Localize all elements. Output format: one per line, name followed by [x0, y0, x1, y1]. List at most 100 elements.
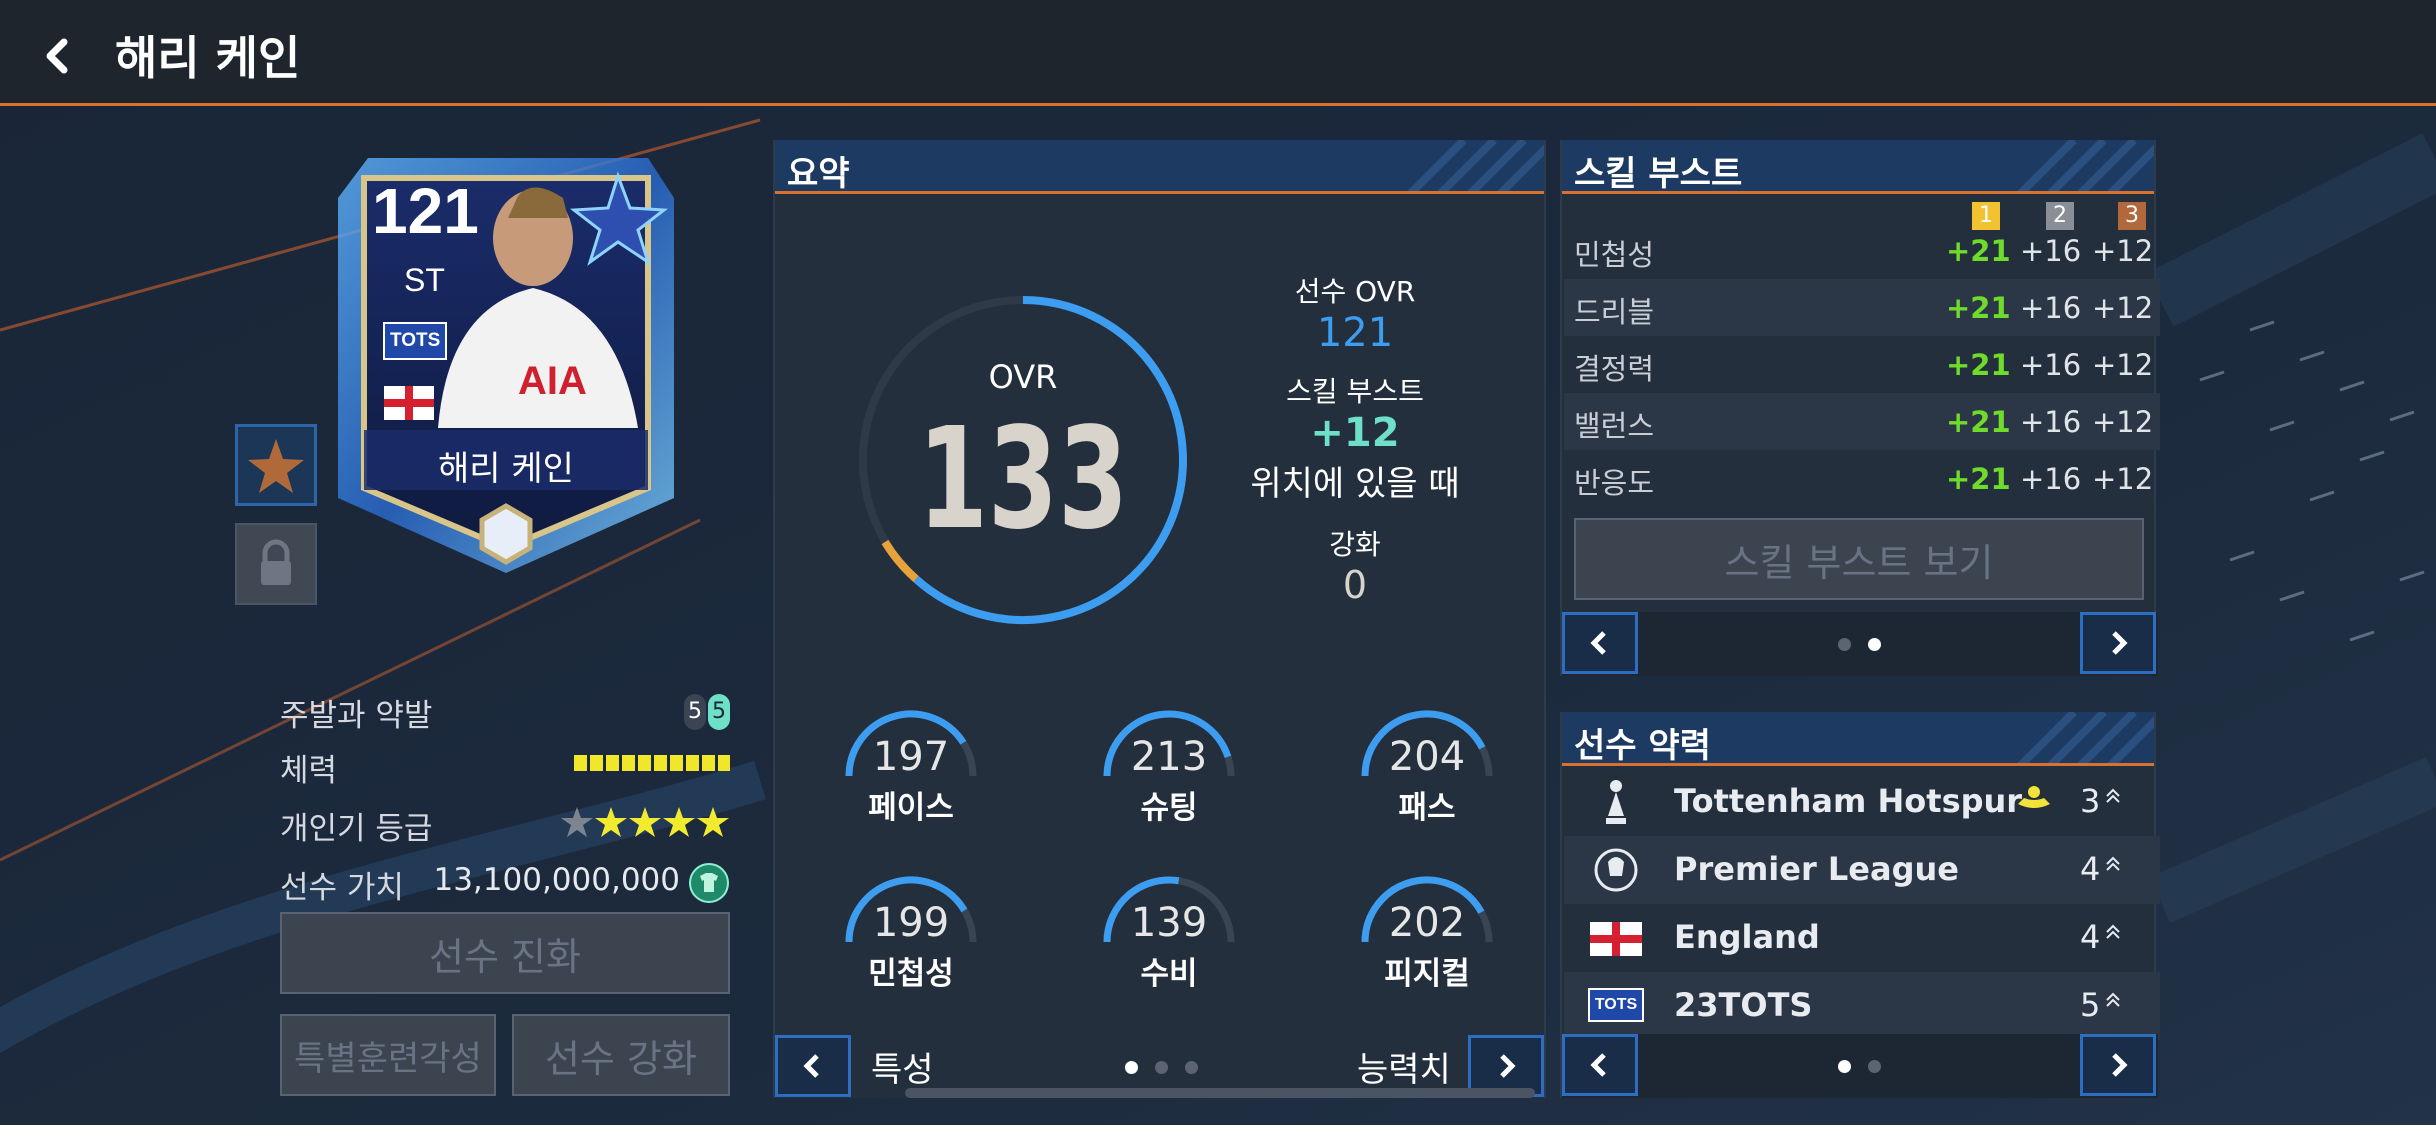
skill-name: 반응도	[1574, 466, 1655, 500]
stat-value: 199	[872, 900, 950, 946]
player-ovr-label: 선수 OVR	[1294, 275, 1416, 308]
footer-right-label[interactable]: 능력치	[1357, 1042, 1451, 1091]
history-nav	[1562, 1034, 2158, 1098]
card-ovr: 121	[372, 175, 479, 247]
value-row: 선수 가치 13,100,000,000	[280, 862, 730, 906]
history-prev-button[interactable]	[1562, 1034, 1638, 1096]
chevron-left-icon	[46, 38, 68, 74]
history-level: 4	[2080, 850, 2101, 888]
skill-name: 결정력	[1574, 352, 1655, 386]
chevron-left-icon	[803, 1054, 819, 1078]
evolve-button[interactable]: 선수 진화	[280, 912, 730, 994]
stat-ring: 204 패스	[1347, 696, 1507, 846]
history-row[interactable]: Tottenham Hotspur 3	[1564, 768, 2160, 836]
stat-value: 202	[1388, 900, 1466, 946]
page-dot	[1185, 1061, 1198, 1074]
enhance-label: 강화	[1329, 528, 1381, 561]
chevron-right-icon	[2112, 1053, 2128, 1077]
view-skill-boost-button[interactable]: 스킬 부스트 보기	[1574, 518, 2144, 600]
skill-boost-row: 민첩성 +21 +16 +12	[1564, 222, 2160, 279]
history-row[interactable]: TOTS 23TOTS 5	[1564, 972, 2160, 1040]
stat-label: 슈팅	[1140, 790, 1198, 826]
skill-boost-v2: +16	[2020, 291, 2082, 325]
history-level: 5	[2080, 986, 2101, 1024]
stat-value: 204	[1388, 734, 1466, 780]
history-next-button[interactable]	[2080, 1034, 2156, 1096]
skill-boost-title: 스킬 부스트	[1574, 154, 1743, 194]
skill-boost-v1: +21	[1946, 348, 2011, 382]
card-position: ST	[404, 262, 445, 298]
skill-name: 민첩성	[1574, 238, 1655, 272]
skill-name: 드리블	[1574, 295, 1655, 329]
chevron-left-icon	[1590, 631, 1606, 655]
popularity-stars	[561, 807, 729, 837]
enhance-button[interactable]: 선수 강화	[512, 1014, 730, 1096]
footer-left-label[interactable]: 특성	[871, 1042, 934, 1091]
skill-boost-header: 스킬 부스트	[1562, 140, 2154, 194]
chevron-left-icon	[1590, 1053, 1606, 1077]
skill-boost-row: 결정력 +21 +16 +12	[1564, 336, 2160, 393]
card-name: 해리 케인	[438, 449, 574, 489]
player-history-panel: 선수 약력 Tottenham Hotspur 3 Premier League…	[1560, 712, 2160, 1098]
history-name: England	[1674, 918, 1820, 956]
stat-ring: 202 피지컬	[1347, 862, 1507, 1012]
foot-left-value: 5	[684, 694, 706, 730]
player-history-header: 선수 약력	[1562, 712, 2154, 766]
summary-title: 요약	[787, 154, 850, 194]
chevron-up-icon	[2106, 924, 2120, 939]
page-dot	[1125, 1061, 1138, 1074]
foot-values: 5 5	[684, 694, 730, 730]
chevron-right-icon	[2112, 631, 2128, 655]
chevron-up-icon	[2106, 788, 2120, 803]
summary-panel: 요약 OVR 133 선수 OVR 121 스킬 부스트 +12 위치에 있을 …	[773, 140, 1546, 1098]
skill-boost-panel: 스킬 부스트 1 2 3 민첩성 +21 +16 +12 드리블 +21 +16…	[1560, 140, 2160, 676]
page-dot	[1155, 1061, 1168, 1074]
favorite-button[interactable]	[235, 424, 317, 506]
chevron-up-icon	[2106, 856, 2120, 871]
manager-icon	[2018, 786, 2050, 808]
skill-boost-v1: +21	[1946, 462, 2011, 496]
skill-boost-nav	[1562, 612, 2158, 676]
stat-label: 페이스	[868, 790, 954, 826]
stat-value: 139	[1130, 900, 1208, 946]
skill-boost-v1: +21	[1946, 405, 2011, 439]
history-row[interactable]: Premier League 4	[1564, 836, 2160, 904]
enhance-value: 0	[1342, 563, 1368, 607]
star-icon	[663, 807, 695, 837]
page-dot	[1838, 1060, 1851, 1073]
skill-boost-label: 스킬 부스트	[1286, 375, 1424, 408]
summary-details: 선수 OVR 121 스킬 부스트 +12 위치에 있을 때 강화 0	[1235, 270, 1475, 607]
star-icon	[629, 807, 661, 837]
skill-boost-v2: +16	[2020, 405, 2082, 439]
stat-ring: 139 수비	[1089, 862, 1249, 1012]
player-card[interactable]: AIA 121 ST TOTS 해리 케인	[318, 138, 694, 578]
skill-boost-next-button[interactable]	[2080, 612, 2156, 674]
star-icon	[248, 439, 304, 493]
skill-boost-prev-button[interactable]	[1562, 612, 1638, 674]
page-dot	[1868, 1060, 1881, 1073]
page-title: 해리 케인	[115, 31, 301, 85]
star-icon	[595, 807, 627, 837]
lock-button[interactable]	[235, 523, 317, 605]
stamina-label: 체력	[280, 753, 338, 789]
special-training-button[interactable]: 특별훈련각성	[280, 1014, 496, 1096]
player-value: 13,100,000,000	[433, 862, 680, 898]
history-row[interactable]: England 4	[1564, 904, 2160, 972]
back-button[interactable]	[30, 28, 86, 84]
ovr-label: OVR	[988, 358, 1058, 396]
horizontal-scrollbar[interactable]	[905, 1088, 1535, 1098]
foot-right-value: 5	[708, 694, 730, 730]
star-icon	[561, 807, 593, 837]
player-history-title: 선수 약력	[1574, 726, 1711, 766]
summary-prev-button[interactable]	[775, 1035, 851, 1097]
history-name: Premier League	[1674, 850, 1959, 888]
popularity-label: 개인기 등급	[280, 811, 433, 847]
sponsor-text: AIA	[518, 359, 587, 403]
skill-boost-v3: +12	[2092, 462, 2154, 496]
tots-badge-icon: TOTS	[1588, 988, 1644, 1022]
skill-boost-v2: +16	[2020, 462, 2082, 496]
foot-label: 주발과 약발	[280, 698, 433, 734]
popularity-row: 개인기 등급	[280, 803, 730, 847]
stat-ring: 199 민첩성	[831, 862, 991, 1012]
stat-ring: 213 슈팅	[1089, 696, 1249, 846]
